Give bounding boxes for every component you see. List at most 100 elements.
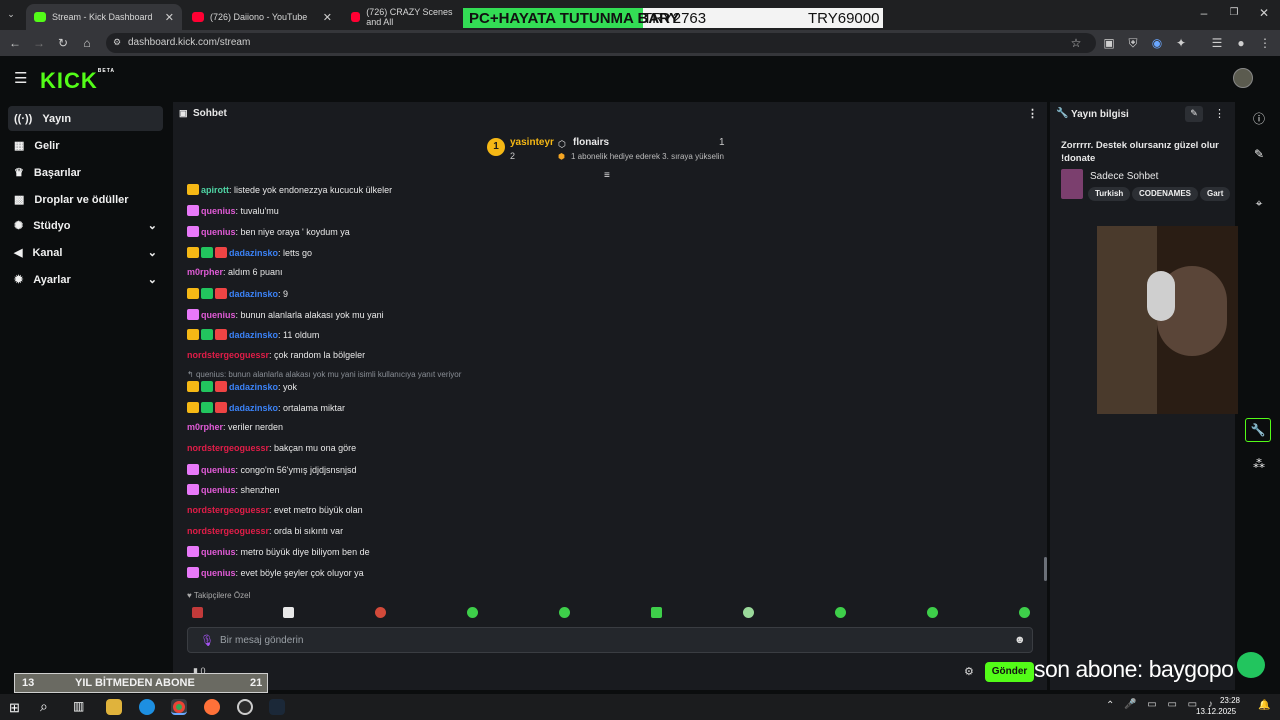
edit-pencil-icon[interactable]: ✎ bbox=[1185, 106, 1203, 122]
kick-logo[interactable]: KICKBETA bbox=[40, 68, 115, 94]
info-icon[interactable]: ⓘ bbox=[1250, 110, 1268, 128]
collapse-pinned-icon[interactable]: ≡ bbox=[604, 170, 610, 181]
chat-username[interactable]: dadazinsko bbox=[229, 330, 278, 340]
reply-context: ↰ quenius: bunun alanlarla alakası yok m… bbox=[187, 370, 462, 379]
chat-username[interactable]: nordstergeoguessr bbox=[187, 350, 269, 360]
sidebar-item-basarilar[interactable]: ♛ Başarılar bbox=[8, 160, 163, 185]
maximize-icon[interactable]: ❐ bbox=[1227, 6, 1241, 20]
tray-chevron-icon[interactable]: ⌃ bbox=[1106, 700, 1114, 711]
browser-menu-icon[interactable]: ⋮ bbox=[1258, 36, 1272, 50]
chat-username[interactable]: quenius bbox=[201, 568, 236, 578]
copilot-icon[interactable] bbox=[106, 699, 122, 715]
back-icon[interactable]: ← bbox=[8, 36, 22, 50]
chat-username[interactable]: nordstergeoguessr bbox=[187, 443, 269, 453]
notification-bell-icon[interactable]: 🔔 bbox=[1258, 700, 1270, 711]
bookmark-star-icon[interactable]: ☆ bbox=[1069, 36, 1083, 50]
sidebar-item-gelir[interactable]: ▦ Gelir bbox=[8, 133, 163, 158]
help-bubble-icon[interactable] bbox=[1235, 650, 1267, 680]
chat-username[interactable]: quenius bbox=[201, 310, 236, 320]
steam-icon[interactable] bbox=[269, 699, 285, 715]
sidebar-item-kanal[interactable]: ◀ Kanal ⌄ bbox=[8, 240, 163, 265]
search-icon[interactable]: ⌕ bbox=[40, 698, 48, 715]
send-button[interactable]: Gönder bbox=[985, 662, 1034, 682]
extension-wave-icon[interactable]: ◉ bbox=[1150, 36, 1164, 50]
chat-username[interactable]: quenius bbox=[201, 485, 236, 495]
taskbar-date[interactable]: 13.12.2025 bbox=[1196, 707, 1236, 716]
connections-icon[interactable]: ⁂ bbox=[1250, 457, 1268, 475]
shield-icon[interactable]: ⛨ bbox=[1126, 36, 1140, 50]
edge-icon[interactable] bbox=[139, 699, 155, 715]
sidebar-item-ayarlar[interactable]: ✹ Ayarlar ⌄ bbox=[8, 267, 163, 292]
reading-list-icon[interactable]: ☰ bbox=[1210, 36, 1224, 50]
tab-youtube-1[interactable]: (726) Daiiono - YouTube ✕ bbox=[184, 4, 340, 30]
emote-10[interactable] bbox=[1019, 607, 1030, 618]
taskbar-time[interactable]: 23:28 bbox=[1210, 696, 1240, 705]
home-icon[interactable]: ⌂ bbox=[80, 36, 94, 50]
extensions-puzzle-icon[interactable]: ✦ bbox=[1174, 36, 1188, 50]
more-options-icon[interactable]: ⋮ bbox=[1214, 107, 1225, 120]
chat-username[interactable]: m0rpher bbox=[187, 422, 223, 432]
tab-search-icon[interactable]: ⌄ bbox=[4, 7, 18, 21]
sidebar-item-yayin[interactable]: ((·)) Yayın bbox=[8, 106, 163, 131]
tab-kick-dashboard[interactable]: Stream - Kick Dashboard ✕ bbox=[26, 4, 182, 30]
more-options-icon[interactable]: ⋮ bbox=[1027, 107, 1038, 120]
chat-settings-icon[interactable]: ⚙ bbox=[964, 665, 974, 678]
chat-username[interactable]: nordstergeoguessr bbox=[187, 505, 269, 515]
window-close-icon[interactable]: ✕ bbox=[1257, 6, 1271, 20]
chat-username[interactable]: dadazinsko bbox=[229, 403, 278, 413]
chat-message: nordstergeoguessr: bakçan mu ona göre bbox=[187, 443, 356, 453]
sidebar-item-droplar[interactable]: ▩ Droplar ve ödüller bbox=[8, 187, 163, 212]
pencil-icon[interactable]: ✎ bbox=[1250, 147, 1268, 165]
tab-youtube-2[interactable]: (726) CRAZY Scenes and All bbox=[343, 4, 463, 30]
hamburger-menu-icon[interactable]: ☰ bbox=[14, 69, 27, 87]
sidebar-item-studyo[interactable]: ✺ Stüdyo ⌄ bbox=[8, 213, 163, 238]
chat-username[interactable]: dadazinsko bbox=[229, 248, 278, 258]
obs-icon[interactable] bbox=[237, 699, 253, 715]
tag-gart[interactable]: Gart bbox=[1200, 187, 1231, 201]
youtube-icon bbox=[351, 12, 361, 22]
emote-5[interactable] bbox=[559, 607, 570, 618]
chat-username[interactable]: apirott bbox=[201, 185, 229, 195]
reload-icon[interactable]: ↻ bbox=[56, 36, 70, 50]
media-icon[interactable]: ▣ bbox=[1102, 36, 1116, 50]
chat-username[interactable]: quenius bbox=[201, 465, 236, 475]
tag-codenames[interactable]: CODENAMES bbox=[1132, 187, 1199, 201]
chat-username[interactable]: quenius bbox=[201, 547, 236, 557]
chat-username[interactable]: m0rpher bbox=[187, 267, 223, 277]
firefox-icon[interactable] bbox=[204, 699, 220, 715]
chat-message-input[interactable]: 🎙 Bir mesaj gönderin ☻ bbox=[187, 627, 1033, 653]
avatar[interactable] bbox=[1233, 68, 1253, 88]
chat-username[interactable]: quenius bbox=[201, 227, 236, 237]
chat-username[interactable]: quenius bbox=[201, 206, 236, 216]
emote-2[interactable] bbox=[283, 607, 294, 618]
tag-turkish[interactable]: Turkish bbox=[1088, 187, 1131, 201]
emote-1[interactable] bbox=[192, 607, 203, 618]
gift-hint-icon: ⬢ bbox=[558, 152, 565, 161]
emote-7[interactable] bbox=[743, 607, 754, 618]
minimize-icon[interactable]: – bbox=[1197, 6, 1211, 20]
close-icon[interactable]: ✕ bbox=[165, 11, 174, 24]
close-icon[interactable]: ✕ bbox=[323, 11, 332, 24]
microphone-icon[interactable]: 🎙 bbox=[200, 634, 214, 647]
chat-username[interactable]: nordstergeoguessr bbox=[187, 526, 269, 536]
chrome-icon[interactable] bbox=[171, 699, 187, 715]
chat-scrollbar[interactable] bbox=[1044, 557, 1047, 581]
stream-info-title: Yayın bilgisi bbox=[1071, 109, 1129, 120]
site-info-icon[interactable]: ⚙ bbox=[113, 37, 121, 48]
forward-icon[interactable]: → bbox=[32, 36, 46, 50]
task-view-icon[interactable]: ▥ bbox=[73, 699, 84, 713]
tools-wrench-icon[interactable]: 🔧 bbox=[1245, 418, 1271, 442]
windows-start-icon[interactable]: ⊞ bbox=[9, 700, 20, 716]
url-field[interactable]: ⚙ dashboard.kick.com/stream bbox=[106, 33, 1096, 53]
chat-username[interactable]: dadazinsko bbox=[229, 289, 278, 299]
profile-icon[interactable]: ● bbox=[1234, 36, 1248, 50]
emote-8[interactable] bbox=[835, 607, 846, 618]
focus-icon[interactable]: ⌖ bbox=[1250, 196, 1268, 214]
emote-6[interactable] bbox=[651, 607, 662, 618]
emoji-picker-icon[interactable]: ☻ bbox=[1014, 634, 1026, 646]
emote-3[interactable] bbox=[375, 607, 386, 618]
emote-4[interactable] bbox=[467, 607, 478, 618]
emote-9[interactable] bbox=[927, 607, 938, 618]
chevron-down-icon: ⌄ bbox=[147, 220, 157, 232]
chat-username[interactable]: dadazinsko bbox=[229, 382, 278, 392]
